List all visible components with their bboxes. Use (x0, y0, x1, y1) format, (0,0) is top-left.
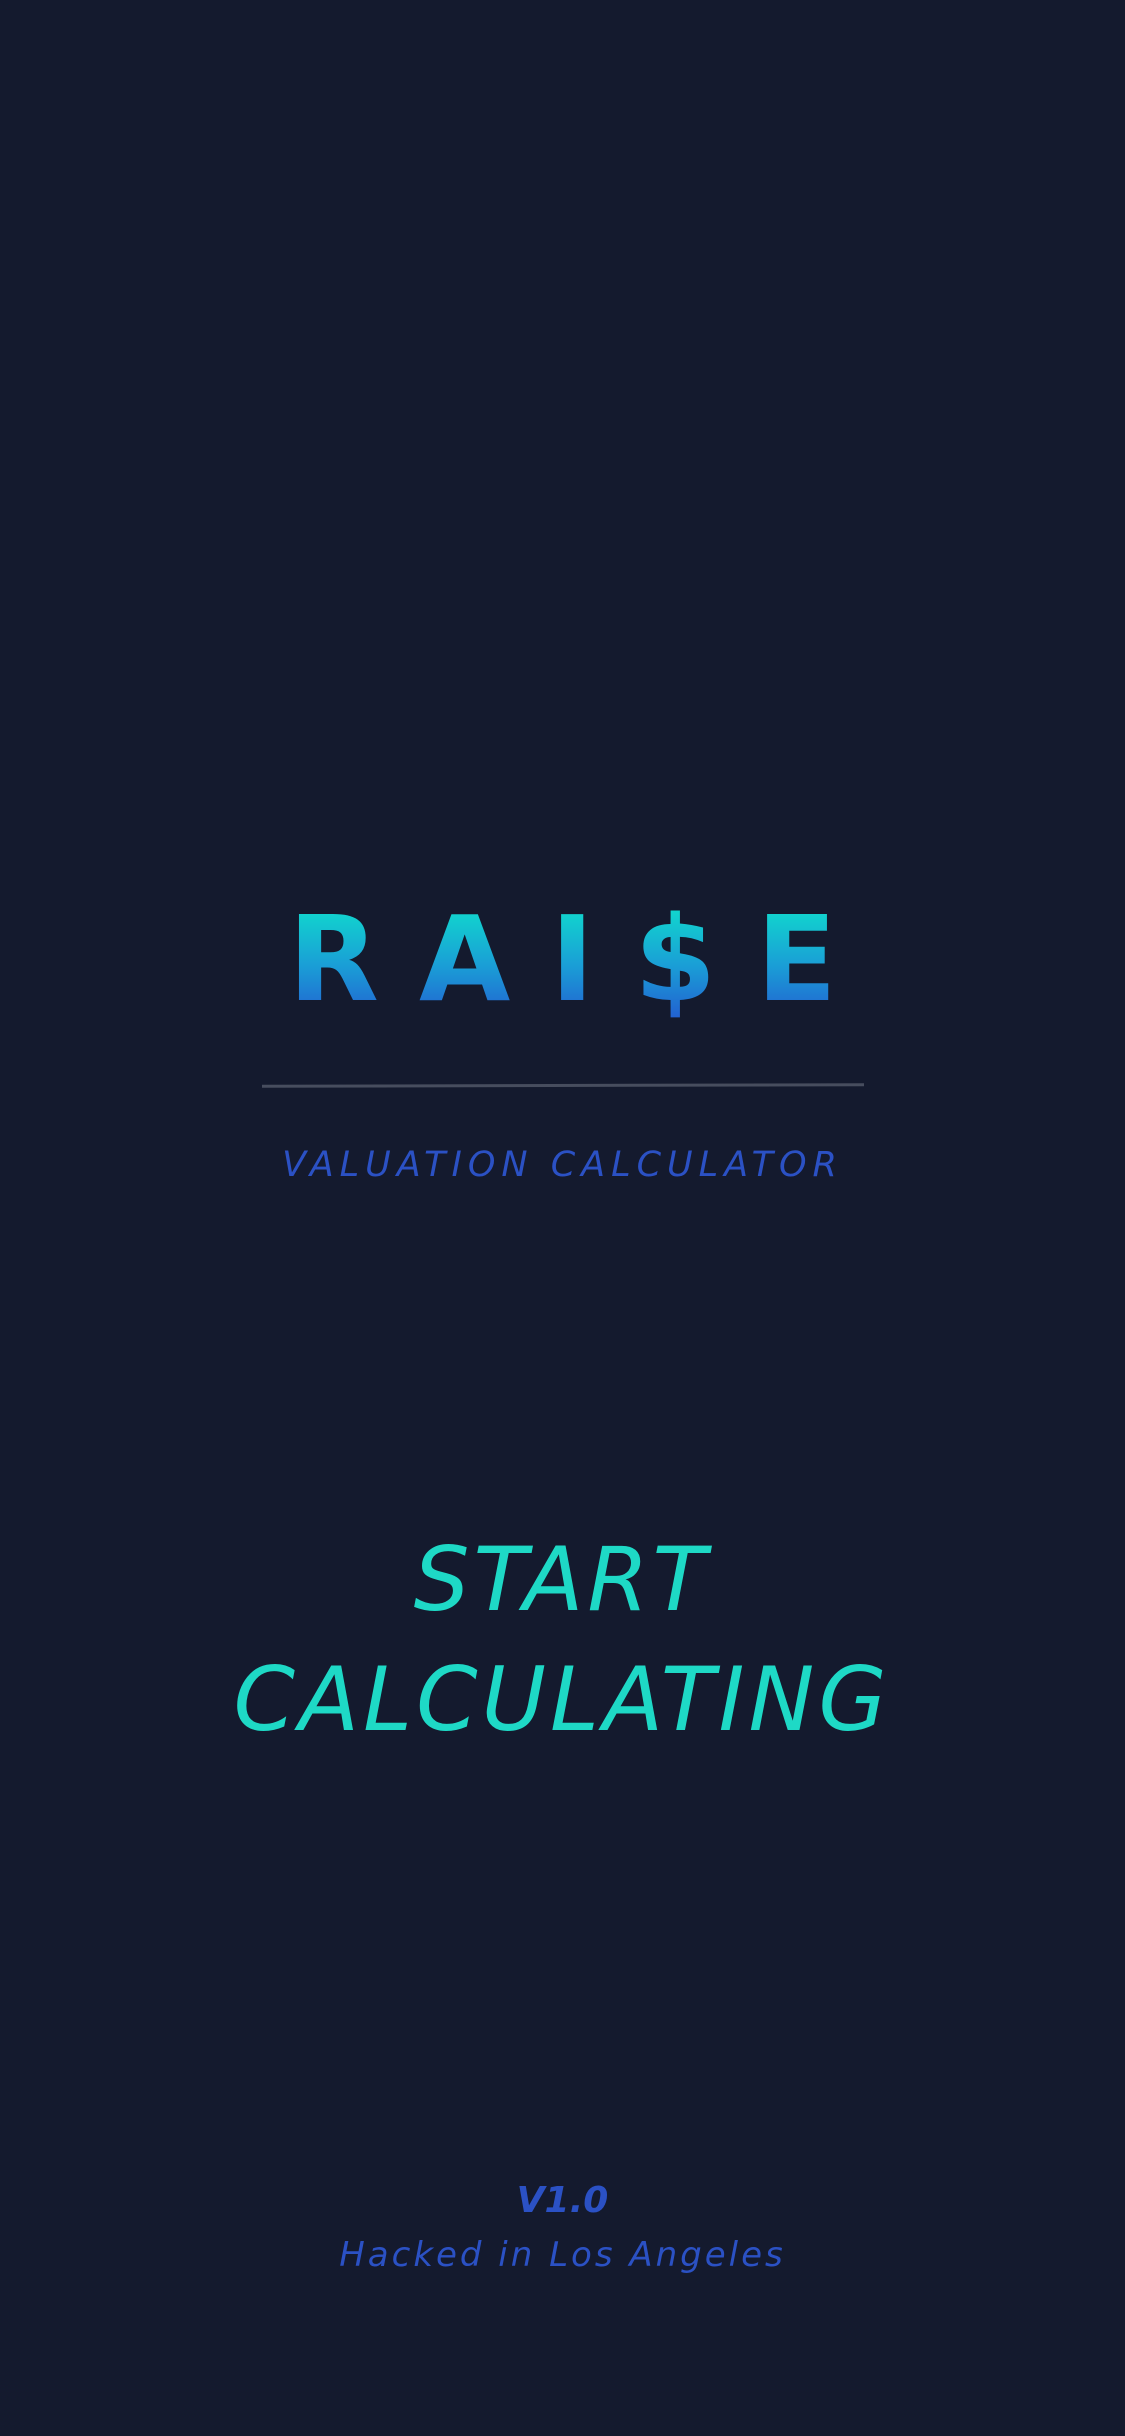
logo-container: RAI$E (0, 900, 1125, 1018)
logo-divider (261, 1083, 865, 1088)
start-calculating-line-2: CALCULATING (233, 1648, 891, 1751)
app-logo: RAI$E (248, 900, 877, 1018)
start-calculating-line-1: START (413, 1528, 711, 1631)
splash-screen: RAI$E VALUATION CALCULATOR START CALCULA… (0, 0, 1125, 2436)
start-calculating-button[interactable]: START CALCULATING (162, 1520, 962, 1760)
version-label: V1.0 (516, 2180, 609, 2221)
app-subtitle: VALUATION CALCULATOR (282, 1145, 843, 1185)
tagline: Hacked in Los Angeles (339, 2235, 786, 2275)
